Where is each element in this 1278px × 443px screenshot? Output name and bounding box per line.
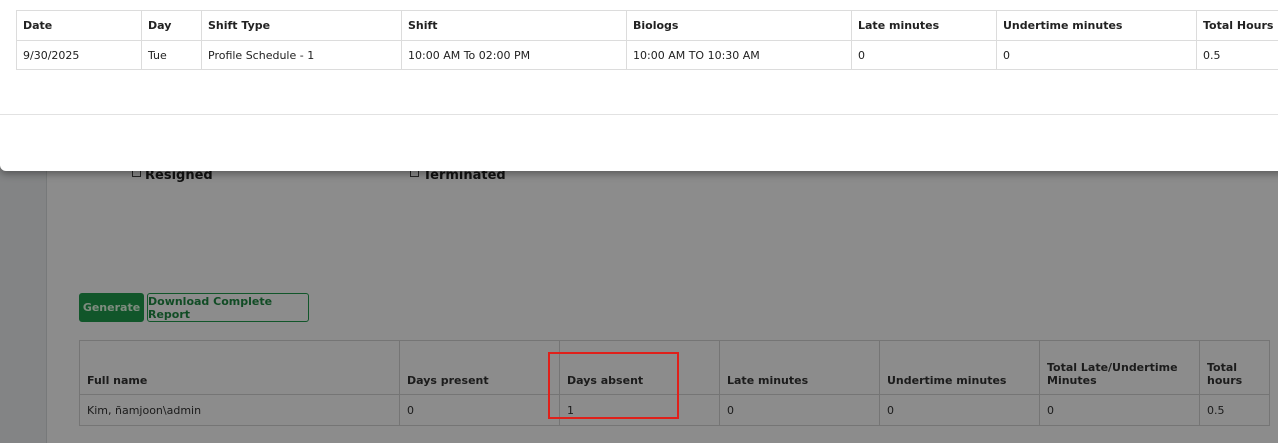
- col-shift: Shift: [401, 10, 627, 41]
- col-total-hours: Total Hours: [1196, 10, 1278, 41]
- attendance-detail-modal: Date Day Shift Type Shift Biologs Late m…: [0, 0, 1278, 171]
- table-row: 9/30/2025 Tue Profile Schedule - 1 10:00…: [16, 40, 1278, 70]
- modal-footer-divider: [0, 114, 1278, 115]
- cell-biologs: 10:00 AM TO 10:30 AM: [626, 40, 852, 70]
- col-undertime-minutes: Undertime minutes: [996, 10, 1197, 41]
- col-day: Day: [141, 10, 202, 41]
- cell-shift-type: Profile Schedule - 1: [201, 40, 402, 70]
- col-late-minutes: Late minutes: [851, 10, 997, 41]
- cell-undertime-minutes: 0: [996, 40, 1197, 70]
- cell-day: Tue: [141, 40, 202, 70]
- col-shift-type: Shift Type: [201, 10, 402, 41]
- detail-table: Date Day Shift Type Shift Biologs Late m…: [16, 10, 1278, 70]
- cell-late-minutes: 0: [851, 40, 997, 70]
- cell-total-hours: 0.5: [1196, 40, 1278, 70]
- cell-shift: 10:00 AM To 02:00 PM: [401, 40, 627, 70]
- col-date: Date: [16, 10, 142, 41]
- col-biologs: Biologs: [626, 10, 852, 41]
- detail-header-row: Date Day Shift Type Shift Biologs Late m…: [16, 10, 1278, 41]
- cell-date: 9/30/2025: [16, 40, 142, 70]
